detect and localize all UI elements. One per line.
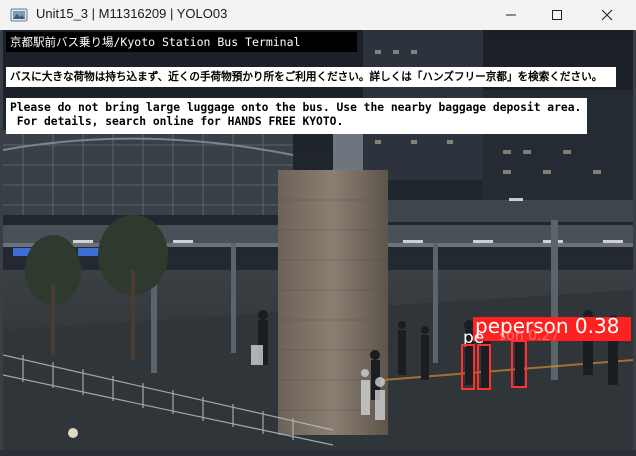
- window-border-left: [0, 30, 3, 456]
- opencv-window-icon: [10, 8, 28, 22]
- detection-box-person: [477, 344, 491, 390]
- minimize-button[interactable]: [488, 0, 534, 30]
- close-button[interactable]: [584, 0, 630, 30]
- bus-terminal-scene: [3, 30, 633, 450]
- luggage-notice-english: Please do not bring large luggage onto t…: [6, 98, 587, 134]
- detection-box-person: [511, 340, 527, 388]
- title-bar[interactable]: Unit15_3 | M11316209 | YOLO03: [0, 0, 636, 30]
- close-icon: [601, 9, 613, 21]
- location-title: 京都駅前バス乗り場/Kyoto Station Bus Terminal: [6, 32, 357, 52]
- maximize-button[interactable]: [534, 0, 580, 30]
- detection-box-person: [461, 344, 475, 390]
- detection-label-person-027: son 0.27: [499, 328, 560, 344]
- window-title: Unit15_3 | M11316209 | YOLO03: [36, 6, 228, 21]
- maximize-icon: [552, 10, 562, 20]
- app-window: Unit15_3 | M11316209 | YOLO03 京都駅前バス乗り場/…: [0, 0, 636, 456]
- luggage-notice-japanese: バスに大きな荷物は持ち込まず、近くの手荷物預かり所をご利用ください。詳しくは「ハ…: [6, 67, 616, 87]
- luggage-notice-english-line2: For details, search online for HANDS FRE…: [10, 115, 344, 128]
- luggage-notice-english-line1: Please do not bring large luggage onto t…: [10, 101, 582, 114]
- camera-frame: 京都駅前バス乗り場/Kyoto Station Bus Terminal バスに…: [3, 30, 633, 450]
- minimize-icon: [506, 14, 516, 16]
- window-border-bottom: [0, 450, 636, 456]
